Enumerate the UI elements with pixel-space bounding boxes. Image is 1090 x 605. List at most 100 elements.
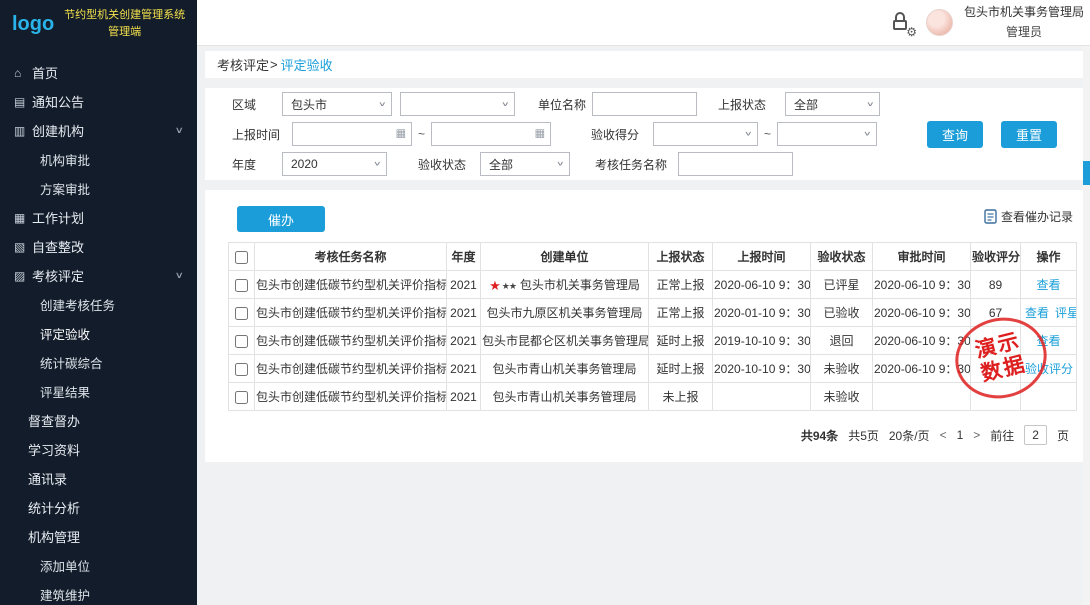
year-cell: 2021 [447, 355, 481, 383]
chevron-down-icon: ∨ [863, 130, 872, 138]
goto-page-input[interactable]: 2 [1024, 425, 1047, 445]
view-urge-records-link[interactable]: 查看催办记录 [984, 208, 1073, 225]
year-select[interactable]: 2020 ∨ [282, 152, 387, 176]
score-cell: 89 [971, 271, 1021, 299]
action-cell: 查看 [1021, 271, 1077, 299]
sidebar-item-self-check[interactable]: ▧自查整改 [0, 232, 197, 261]
row-checkbox[interactable] [235, 363, 248, 376]
report-status-cell: 正常上报 [649, 271, 713, 299]
select-all-checkbox[interactable] [235, 251, 248, 264]
sidebar-item-star-results[interactable]: 评星结果 [0, 377, 197, 406]
report-status-cell: 延时上报 [649, 327, 713, 355]
sidebar-item-label: 学习资料 [28, 440, 80, 459]
region-select[interactable]: 包头市 ∨ [282, 92, 392, 116]
sidebar-item-work-plan[interactable]: ▦工作计划 [0, 203, 197, 232]
sidebar-menu: ⌂首页▤通知公告▥创建机构∨机构审批方案审批▦工作计划▧自查整改▨考核评定∨创建… [0, 48, 197, 605]
task-name-cell: 包头市创建低碳节约型机关评价指标 [255, 383, 447, 411]
report-status-cell: 未上报 [649, 383, 713, 411]
sidebar-item-home[interactable]: ⌂首页 [0, 58, 197, 87]
sidebar-item-contacts[interactable]: 通讯录 [0, 464, 197, 493]
task-name-cell: 包头市创建低碳节约型机关评价指标 [255, 299, 447, 327]
sidebar-item-acceptance[interactable]: 评定验收 [0, 319, 197, 348]
sidebar-item-study-materials[interactable]: 学习资料 [0, 435, 197, 464]
year-cell: 2021 [447, 327, 481, 355]
action-link[interactable]: 查看 [1025, 306, 1049, 320]
accept-status-select[interactable]: 全部 ∨ [480, 152, 570, 176]
task-name-cell: 包头市创建低碳节约型机关评价指标 [255, 355, 447, 383]
prev-page-button[interactable]: < [940, 428, 947, 442]
sidebar-item-create-task[interactable]: 创建考核任务 [0, 290, 197, 319]
action-link[interactable]: 评星 [1055, 306, 1076, 320]
user-role: 管理员 [964, 23, 1084, 42]
building-icon: ▥ [14, 124, 32, 138]
sidebar-item-org-approval[interactable]: 机构审批 [0, 145, 197, 174]
sidebar-item-carbon-stats[interactable]: 统计碳综合 [0, 348, 197, 377]
report-status-select[interactable]: 全部 ∨ [785, 92, 880, 116]
column-header: 验收状态 [811, 243, 873, 271]
row-checkbox[interactable] [235, 391, 248, 404]
report-time-start-input[interactable]: ▦ [292, 122, 412, 146]
sidebar-item-building-maintain[interactable]: 建筑维护 [0, 580, 197, 605]
security-settings-icon[interactable]: ⚙ [891, 11, 915, 35]
approve-time-cell: 2020-06-10 9：30 [873, 271, 971, 299]
column-header: 操作 [1021, 243, 1077, 271]
sidebar-item-org-manage[interactable]: 机构管理 [0, 522, 197, 551]
sidebar-item-notices[interactable]: ▤通知公告 [0, 87, 197, 116]
row-checkbox[interactable] [235, 279, 248, 292]
scrollbar-thumb[interactable] [1083, 161, 1090, 185]
accept-status-cell: 未验收 [811, 383, 873, 411]
accept-status-cell: 未验收 [811, 355, 873, 383]
score-max-select[interactable]: ∨ [777, 122, 877, 146]
report-time-end-input[interactable]: ▦ [431, 122, 551, 146]
approve-time-cell: 2020-06-10 9：30 [873, 299, 971, 327]
table-panel: 催办 查看催办记录 考核任务名称年度创建单位上报状态上报时间验收状态审批时间验收… [205, 190, 1083, 462]
breadcrumb-current: 评定验收 [281, 55, 333, 74]
sidebar-item-assessment[interactable]: ▨考核评定∨ [0, 261, 197, 290]
score-min-select[interactable]: ∨ [653, 122, 758, 146]
accept-status-cell: 退回 [811, 327, 873, 355]
unit-cell: 包头市九原区机关事务管理局 [481, 299, 649, 327]
megaphone-icon: ▤ [14, 95, 32, 109]
avatar[interactable] [926, 9, 953, 36]
sidebar-item-label: 统计分析 [28, 498, 80, 517]
task-name-input[interactable] [678, 152, 793, 176]
approve-time-cell [873, 383, 971, 411]
sidebar-item-statistics[interactable]: 统计分析 [0, 493, 197, 522]
row-checkbox[interactable] [235, 335, 248, 348]
year-cell: 2021 [447, 383, 481, 411]
sidebar-item-add-unit[interactable]: 添加单位 [0, 551, 197, 580]
report-status-cell: 延时上报 [649, 355, 713, 383]
unit-cell: 包头市青山机关事务管理局 [481, 355, 649, 383]
view-urge-records-label: 查看催办记录 [1001, 208, 1073, 225]
next-page-button[interactable]: > [973, 428, 980, 442]
region-sub-select[interactable]: ∨ [400, 92, 515, 116]
table-row: 包头市创建低碳节约型机关评价指标2021包头市青山机关事务管理局延时上报2020… [229, 355, 1077, 383]
user-info[interactable]: 包头市机关事务管理局 管理员 [964, 3, 1084, 41]
reset-button[interactable]: 重置 [1001, 121, 1057, 148]
report-status-label: 上报状态 [718, 96, 785, 113]
row-checkbox[interactable] [235, 307, 248, 320]
sidebar-item-supervision[interactable]: 督查督办 [0, 406, 197, 435]
action-link[interactable]: 查看 [1036, 278, 1060, 292]
assessment-table-body: 包头市创建低碳节约型机关评价指标2021★★★包头市机关事务管理局正常上报202… [229, 271, 1077, 411]
sidebar: logo 节约型机关创建管理系统 管理端 ⌂首页▤通知公告▥创建机构∨机构审批方… [0, 0, 197, 605]
unit-name-input[interactable] [592, 92, 697, 116]
breadcrumb-parent[interactable]: 考核评定 [217, 55, 269, 74]
current-page[interactable]: 1 [957, 428, 964, 442]
sidebar-item-label: 统计碳综合 [40, 353, 103, 372]
scrollbar[interactable] [1083, 46, 1090, 605]
chevron-down-icon: ∨ [866, 100, 875, 108]
table-row: 包头市创建低碳节约型机关评价指标2021★★★包头市机关事务管理局正常上报202… [229, 271, 1077, 299]
user-org-name: 包头市机关事务管理局 [964, 3, 1084, 22]
urge-button[interactable]: 催办 [237, 206, 325, 232]
unit-name-label: 单位名称 [538, 96, 592, 113]
task-name-label: 考核任务名称 [595, 156, 678, 173]
sidebar-item-label: 机构管理 [28, 527, 80, 546]
sidebar-item-label: 工作计划 [32, 208, 84, 227]
goto-suffix-label: 页 [1057, 427, 1069, 444]
sidebar-item-create-org[interactable]: ▥创建机构∨ [0, 116, 197, 145]
sidebar-item-plan-approval[interactable]: 方案审批 [0, 174, 197, 203]
sidebar-item-label: 评星结果 [40, 382, 90, 401]
app-root: logo 节约型机关创建管理系统 管理端 ⌂首页▤通知公告▥创建机构∨机构审批方… [0, 0, 1090, 605]
search-button[interactable]: 查询 [927, 121, 983, 148]
